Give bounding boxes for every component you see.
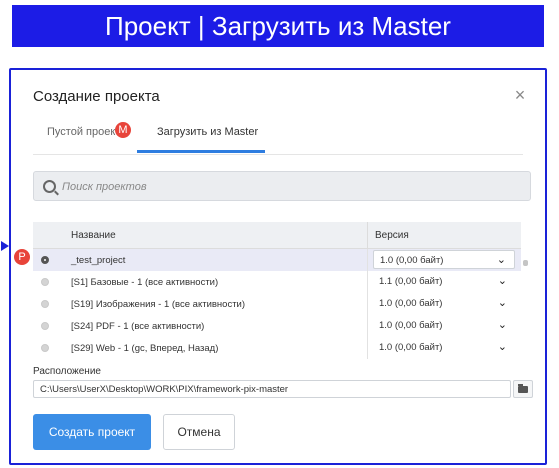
folder-icon (518, 384, 528, 393)
column-header-version[interactable]: Версия (375, 230, 409, 241)
version-select[interactable]: 1.0 (0,00 байт) ⌄ (373, 316, 515, 335)
row-radio[interactable] (41, 256, 49, 264)
projects-table: Название Версия _test_project 1.0 (0,00 … (33, 222, 521, 359)
version-select[interactable]: 1.1 (0,00 байт) ⌄ (373, 272, 515, 291)
search-input[interactable] (60, 176, 524, 198)
project-name: [S1] Базовые - 1 (все активности) (71, 277, 219, 288)
chevron-down-icon: ⌄ (497, 297, 507, 309)
version-select[interactable]: 1.0 (0,00 байт) ⌄ (373, 338, 515, 357)
version-value: 1.1 (0,00 байт) (379, 276, 443, 287)
chevron-down-icon: ⌄ (497, 275, 507, 287)
search-icon (43, 180, 56, 193)
column-header-name[interactable]: Название (71, 230, 116, 241)
version-select[interactable]: 1.0 (0,00 байт) ⌄ (373, 250, 515, 269)
annotation-marker-m: M (115, 122, 131, 138)
version-value: 1.0 (0,00 байт) (379, 298, 443, 309)
create-project-dialog: Создание проекта × Пустой проект Загрузи… (11, 70, 545, 463)
active-tab-indicator (137, 150, 265, 153)
project-name: [S24] PDF - 1 (все активности) (71, 321, 205, 332)
project-name: [S29] Web - 1 (gc, Вперед, Назад) (71, 343, 219, 354)
column-divider (367, 222, 368, 248)
version-value: 1.0 (0,00 байт) (379, 342, 443, 353)
tab-bar: Пустой проект Загрузить из Master (33, 120, 523, 155)
project-name: _test_project (71, 255, 126, 266)
version-value: 1.0 (0,00 байт) (380, 255, 444, 266)
table-row[interactable]: [S24] PDF - 1 (все активности) 1.0 (0,00… (33, 315, 521, 337)
create-project-button[interactable]: Создать проект (33, 414, 151, 450)
column-divider (367, 249, 368, 271)
page-banner: Проект | Загрузить из Master (12, 5, 544, 47)
chevron-down-icon: ⌄ (496, 254, 506, 266)
table-row[interactable]: [S29] Web - 1 (gc, Вперед, Назад) 1.0 (0… (33, 337, 521, 359)
close-icon[interactable]: × (511, 86, 529, 104)
table-header: Название Версия (33, 222, 521, 249)
table-row[interactable]: _test_project 1.0 (0,00 байт) ⌄ (33, 249, 521, 271)
column-divider (367, 293, 368, 315)
row-radio[interactable] (41, 300, 49, 308)
column-divider (367, 315, 368, 337)
tab-empty-project[interactable]: Пустой проект (47, 126, 120, 138)
row-radio[interactable] (41, 278, 49, 286)
screenshot-frame: Создание проекта × Пустой проект Загрузи… (1, 68, 547, 465)
dialog-title: Создание проекта (33, 88, 160, 105)
location-field[interactable] (33, 380, 511, 398)
column-divider (367, 271, 368, 293)
chevron-down-icon: ⌄ (497, 341, 507, 353)
table-scrollbar[interactable] (523, 260, 528, 266)
row-radio[interactable] (41, 344, 49, 352)
cancel-button[interactable]: Отмена (163, 414, 235, 450)
tab-load-from-master[interactable]: Загрузить из Master (157, 126, 258, 138)
annotation-marker-p: P (14, 249, 30, 265)
search-box (33, 171, 531, 201)
table-row[interactable]: [S1] Базовые - 1 (все активности) 1.1 (0… (33, 271, 521, 293)
pointer-arrow-icon (1, 241, 9, 251)
browse-folder-button[interactable] (513, 380, 533, 398)
version-value: 1.0 (0,00 байт) (379, 320, 443, 331)
table-row[interactable]: [S19] Изображения - 1 (все активности) 1… (33, 293, 521, 315)
version-select[interactable]: 1.0 (0,00 байт) ⌄ (373, 294, 515, 313)
project-name: [S19] Изображения - 1 (все активности) (71, 299, 246, 310)
chevron-down-icon: ⌄ (497, 319, 507, 331)
location-label: Расположение (33, 366, 101, 377)
row-radio[interactable] (41, 322, 49, 330)
column-divider (367, 337, 368, 359)
